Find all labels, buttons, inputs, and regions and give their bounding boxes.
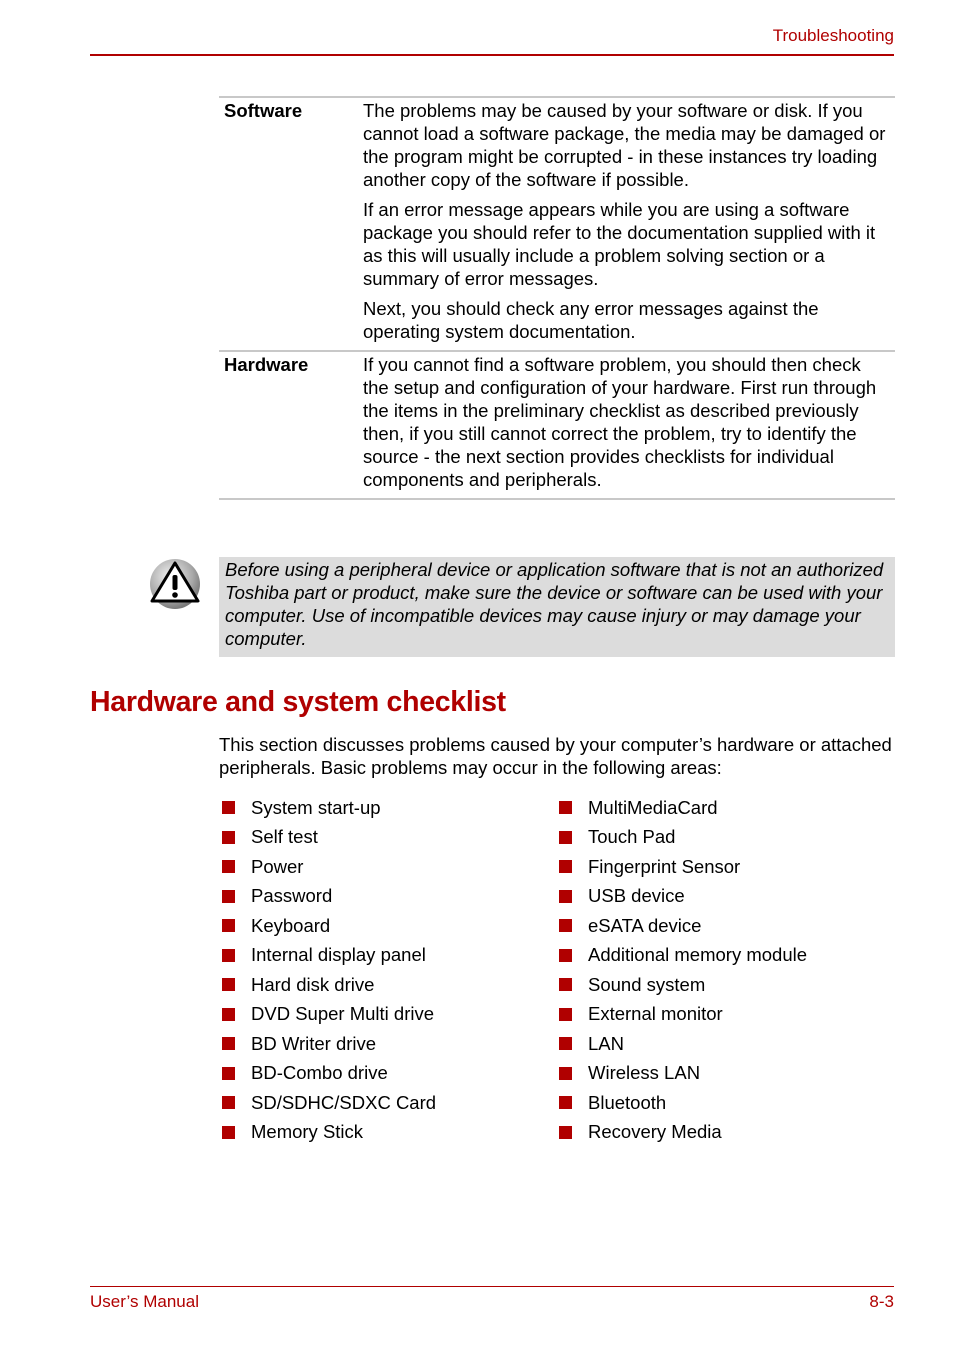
section-heading: Hardware and system checklist [90,686,506,718]
list-item-label: Hard disk drive [251,973,375,995]
bullet-icon [222,860,235,874]
list-item: Memory Stick [222,1118,436,1148]
list-item-label: BD-Combo drive [251,1062,388,1084]
list-item: Fingerprint Sensor [559,852,807,882]
definition-table: Software The problems may be caused by y… [219,96,895,500]
list-item: BD Writer drive [222,1029,436,1059]
list-item: External monitor [559,1000,807,1030]
bullet-icon [222,801,235,815]
list-item-label: Additional memory module [588,944,808,966]
list-item: Additional memory module [559,941,807,971]
footer-manual-title: User’s Manual [90,1292,199,1311]
list-item: eSATA device [559,911,807,941]
bullet-icon [222,1096,235,1110]
bullet-icon [559,1125,572,1139]
list-item-label: Power [251,855,304,877]
list-item-label: Self test [251,826,318,848]
table-term: Software [224,100,303,121]
running-header: Troubleshooting [772,26,894,45]
table-description: If you cannot find a software problem, y… [363,353,895,498]
bullet-icon [222,830,235,844]
table-row-hardware: Hardware If you cannot find a software p… [219,350,895,500]
header-rule [90,54,894,56]
list-item: Bluetooth [559,1088,807,1118]
list-item-label: System start-up [251,796,381,818]
list-item-label: USB device [588,885,685,907]
bullet-icon [222,1007,235,1021]
warning-note: Before using a peripheral device or appl… [219,557,895,657]
bullet-icon [559,860,572,874]
bullet-icon [559,801,572,815]
paragraph: If an error message appears while you ar… [363,199,876,289]
list-item: Recovery Media [559,1118,807,1148]
list-item: DVD Super Multi drive [222,1000,436,1030]
bullet-icon [559,919,572,933]
list-item: USB device [559,882,807,912]
list-item-label: Keyboard [251,914,331,936]
list-item-label: Wireless LAN [588,1062,701,1084]
list-item: Touch Pad [559,823,807,853]
bullet-icon [559,948,572,962]
list-item-label: LAN [588,1032,624,1054]
bullet-icon [559,889,572,903]
paragraph: The problems may be caused by your softw… [363,100,886,190]
checklist-column-1: System start-up Self test Power Password… [222,793,436,1147]
list-item-label: BD Writer drive [251,1032,377,1054]
table-description: The problems may be caused by your softw… [363,99,895,350]
list-item-label: Touch Pad [588,826,676,848]
bullet-icon [559,1007,572,1021]
paragraph: If you cannot find a software problem, y… [363,354,877,490]
footer-rule [90,1286,894,1287]
list-item-label: SD/SDHC/SDXC Card [251,1091,437,1113]
bullet-icon [559,1037,572,1051]
list-item-label: Memory Stick [251,1121,364,1143]
table-row-software: Software The problems may be caused by y… [219,96,895,350]
list-item: Hard disk drive [222,970,436,1000]
bullet-icon [222,889,235,903]
bullet-icon [222,919,235,933]
list-item-label: Bluetooth [588,1091,667,1113]
list-item-label: eSATA device [588,914,702,936]
list-item: LAN [559,1029,807,1059]
paragraph: Next, you should check any error message… [363,298,819,342]
list-item-label: External monitor [588,1003,723,1025]
bullet-icon [222,948,235,962]
warning-icon [149,558,201,610]
list-item-label: MultiMediaCard [588,796,718,818]
bullet-icon [222,978,235,992]
list-item: Internal display panel [222,941,436,971]
bullet-icon [559,978,572,992]
bullet-icon [559,1096,572,1110]
list-item-label: Sound system [588,973,706,995]
list-item-label: Password [251,885,333,907]
list-item: Power [222,852,436,882]
section-intro: This section discusses problems caused b… [219,734,892,778]
list-item-label: DVD Super Multi drive [251,1003,435,1025]
list-item: Wireless LAN [559,1059,807,1089]
list-item: System start-up [222,793,436,823]
list-item: MultiMediaCard [559,793,807,823]
list-item-label: Recovery Media [588,1121,722,1143]
bullet-icon [559,830,572,844]
list-item: Password [222,882,436,912]
list-item: BD-Combo drive [222,1059,436,1089]
bullet-icon [559,1066,572,1080]
page-number: 8-3 [869,1292,894,1311]
list-item: Self test [222,823,436,853]
list-item: Keyboard [222,911,436,941]
list-item: SD/SDHC/SDXC Card [222,1088,436,1118]
list-item-label: Internal display panel [251,944,426,966]
table-term: Hardware [224,354,309,375]
bullet-icon [222,1037,235,1051]
bullet-icon [222,1066,235,1080]
checklist-column-2: MultiMediaCard Touch Pad Fingerprint Sen… [559,793,807,1147]
list-item: Sound system [559,970,807,1000]
bullet-icon [222,1125,235,1139]
list-item-label: Fingerprint Sensor [588,855,741,877]
